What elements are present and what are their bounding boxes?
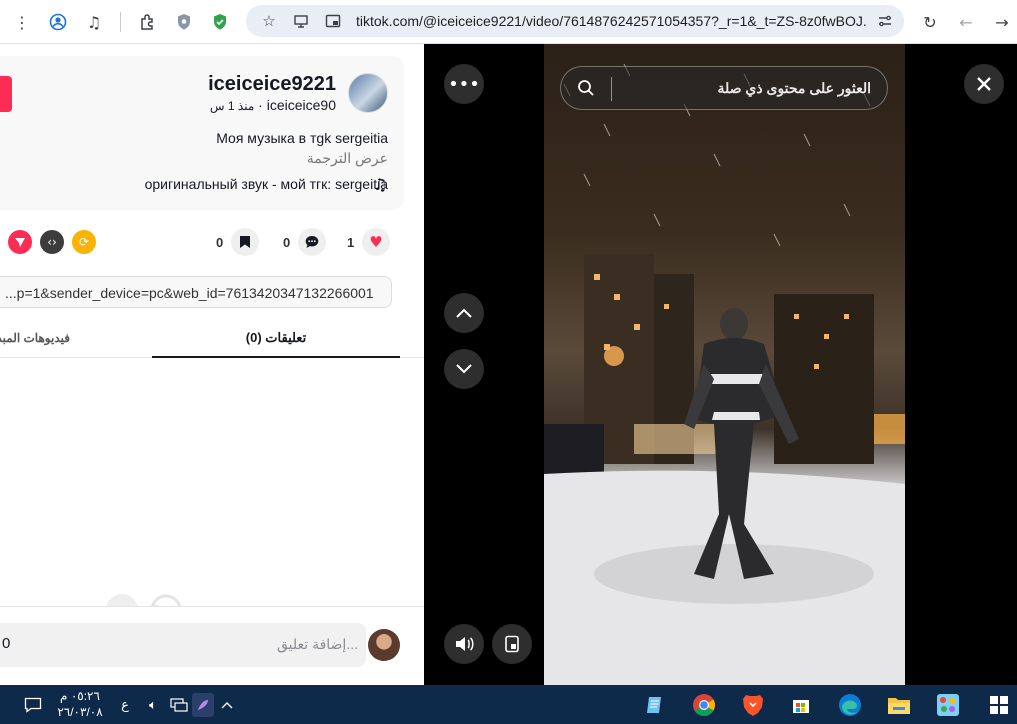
sound-link[interactable]: оригинальный звук - мой тгк: sergeitia <box>145 176 388 192</box>
post-caption: Моя музыка в тgk sergeitia <box>216 130 388 146</box>
toolbar-divider <box>120 12 121 32</box>
windows-start-icon[interactable] <box>984 690 1014 720</box>
related-search-bar[interactable]: العثور على محتوى ذي صلة <box>560 66 888 110</box>
send-to-friends-icon[interactable] <box>8 230 32 254</box>
comment-composer: إضافة تعليق... 0 <box>0 606 424 685</box>
back-icon[interactable]: ← <box>952 8 980 36</box>
video-scene <box>544 63 905 685</box>
creator-subline: iceiceice90 · منذ 1 س <box>210 97 336 113</box>
url-text[interactable]: tiktok.com/@iceiceice9221/video/76148762… <box>356 13 866 29</box>
volume-icon <box>456 637 474 651</box>
comment-button[interactable] <box>298 228 326 256</box>
user-avatar[interactable] <box>368 629 400 661</box>
speaker-icon[interactable]: 🔈︎ <box>142 693 164 717</box>
video-frame[interactable] <box>544 44 905 685</box>
floating-player-button[interactable] <box>492 624 532 664</box>
tab-comments[interactable]: تعليقات (0) <box>152 322 400 358</box>
more-icon: ••• <box>448 73 480 95</box>
save-count: 0 <box>216 235 224 250</box>
extensions-icon[interactable] <box>134 8 162 36</box>
forward-icon[interactable]: → <box>988 8 1016 36</box>
taskbar-clock[interactable]: ٠٥:٢٦ م ٢٦/٠٣/٠٨ <box>52 688 108 720</box>
comment-count: 0 <box>283 235 291 250</box>
comment-char-count: 0 <box>2 635 11 652</box>
browser-toolbar: ⋮ ♫ ☆ tiktok.com/@iceiceice9221/video/76… <box>0 0 1017 44</box>
save-button[interactable] <box>231 228 259 256</box>
like-button[interactable]: ♥ <box>362 228 390 256</box>
search-icon[interactable] <box>573 75 599 101</box>
address-bar[interactable]: ☆ tiktok.com/@iceiceice9221/video/761487… <box>246 5 904 37</box>
search-divider <box>611 77 612 101</box>
follow-button[interactable] <box>0 76 12 112</box>
vpn-extension-icon[interactable] <box>206 8 234 36</box>
comment-placeholder: إضافة تعليق... <box>277 636 358 652</box>
chevron-up-icon <box>456 308 472 318</box>
creator-avatar[interactable] <box>348 73 388 113</box>
post-time: منذ 1 س <box>209 99 255 113</box>
comments-tabs: تعليقات (0) فيديوهات المبدع <box>0 322 424 358</box>
video-player: العثور على محتوى ذي صلة ••• <box>424 44 1017 685</box>
clock-time: ٠٥:٢٦ م <box>60 689 100 703</box>
creator-nickname: iceiceice90 <box>266 97 336 113</box>
previous-video-button[interactable] <box>444 293 484 333</box>
see-translation-link[interactable]: عرض الترجمة <box>307 150 388 167</box>
post-details-panel: iceiceice9221 iceiceice90 · منذ 1 س Моя … <box>0 44 424 685</box>
video-link[interactable]: ...p=1&sender_device=pc&web_id=761342034… <box>5 285 374 301</box>
search-placeholder: العثور على محتوى ذي صلة <box>717 80 871 96</box>
file-explorer-icon[interactable] <box>884 690 914 720</box>
creator-username[interactable]: iceiceice9221 <box>208 73 336 96</box>
next-video-button[interactable] <box>444 349 484 389</box>
music-note-icon: ♫ <box>373 175 388 194</box>
mini-player-icon <box>505 635 519 653</box>
shield-extension-icon[interactable] <box>170 8 198 36</box>
tab-creator-videos[interactable]: فيديوهات المبدع <box>0 322 70 358</box>
show-hidden-icons-icon[interactable] <box>218 693 236 717</box>
like-count: 1 <box>347 235 355 250</box>
comment-icon <box>305 236 319 248</box>
site-settings-icon[interactable] <box>872 8 898 34</box>
comment-input[interactable]: إضافة تعليق... 0 <box>0 623 366 667</box>
copy-link-box[interactable]: ...p=1&sender_device=pc&web_id=761342034… <box>0 276 392 308</box>
reload-icon[interactable]: ↻ <box>916 8 944 36</box>
pen-menu-icon[interactable] <box>192 693 214 717</box>
close-button[interactable] <box>964 64 1004 104</box>
bookmark-star-icon[interactable]: ☆ <box>256 8 282 34</box>
media-controls-icon[interactable]: ♫ <box>80 8 108 36</box>
account-icon[interactable] <box>44 8 72 36</box>
windows-taskbar: ٠٥:٢٦ م ٢٦/٠٣/٠٨ ع 🔈︎ <box>0 685 1017 724</box>
chevron-down-icon <box>456 364 472 374</box>
language-indicator[interactable]: ع <box>116 693 134 717</box>
notifications-icon[interactable] <box>22 693 44 717</box>
bookmark-icon <box>240 236 250 248</box>
embed-icon[interactable]: ‹› <box>40 230 64 254</box>
clock-date: ٢٦/٠٣/٠٨ <box>57 705 103 719</box>
edge-icon[interactable] <box>835 690 865 720</box>
paint-icon[interactable] <box>933 690 963 720</box>
brave-icon[interactable] <box>738 690 768 720</box>
more-options-button[interactable]: ••• <box>444 64 484 104</box>
menu-icon[interactable]: ⋮ <box>8 8 36 36</box>
volume-button[interactable] <box>444 624 484 664</box>
repost-icon[interactable]: ⟳ <box>72 230 96 254</box>
close-icon <box>977 77 991 91</box>
network-icon[interactable] <box>168 693 190 717</box>
store-icon[interactable] <box>786 690 816 720</box>
notepad-icon[interactable] <box>640 690 670 720</box>
cast-icon[interactable] <box>288 8 314 34</box>
chrome-icon[interactable] <box>689 690 719 720</box>
picture-in-picture-icon[interactable] <box>320 8 346 34</box>
subline-separator: · <box>254 97 263 113</box>
